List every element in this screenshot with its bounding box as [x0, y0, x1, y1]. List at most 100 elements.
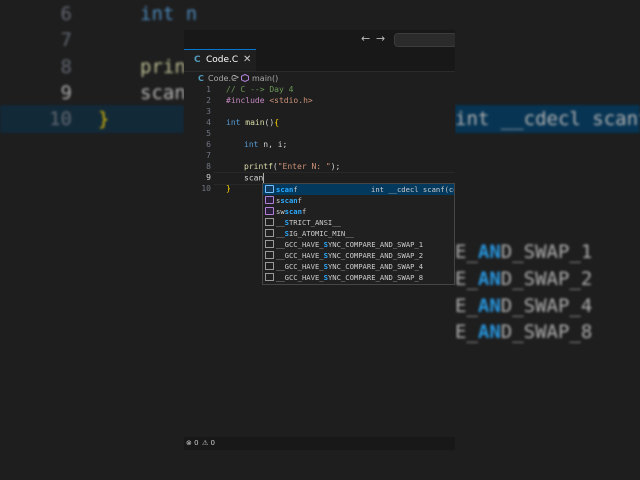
background-suggestion-match: AN	[477, 295, 501, 317]
problems-warnings[interactable]: ⚠ 0	[202, 439, 215, 447]
background-suggestion-rest: D_SWAP_2	[500, 268, 593, 290]
line-number: 8	[206, 162, 211, 171]
autocomplete-item[interactable]: swscanf	[263, 206, 454, 217]
line-number: 6	[206, 140, 211, 149]
autocomplete-item-label: sscanf	[276, 196, 302, 205]
background-suggestion: E_AND_SWAP_8	[455, 321, 592, 343]
symbol-keyword-icon	[265, 240, 274, 248]
tab-code-c[interactable]: C Code.C ✕	[184, 49, 256, 71]
keyword-int: int	[226, 118, 241, 127]
keyword-int: int	[244, 140, 259, 149]
include-header: <stdio.h>	[264, 96, 313, 105]
c-file-icon: C	[194, 55, 201, 65]
label-suffix: YNC_COMPARE_AND_SWAP_2	[327, 251, 424, 260]
autocomplete-item[interactable]: __SIG_ATOMIC_MIN__	[263, 228, 454, 239]
code-line-9[interactable]: scan	[244, 173, 265, 183]
breadcrumb-symbol[interactable]: main()	[252, 74, 278, 83]
code-line-10[interactable]: }	[226, 184, 231, 193]
back-arrow-icon[interactable]: ←	[361, 32, 370, 45]
problems-errors[interactable]: ⊗ 0	[186, 439, 199, 447]
label-prefix: __	[276, 229, 285, 238]
label-suffix: YNC_COMPARE_AND_SWAP_4	[327, 262, 424, 271]
autocomplete-item[interactable]: __GCC_HAVE_SYNC_COMPARE_AND_SWAP_1	[263, 239, 454, 250]
symbol-method-icon	[265, 185, 274, 193]
autocomplete-item[interactable]: __GCC_HAVE_SYNC_COMPARE_AND_SWAP_2	[263, 250, 454, 261]
comment: // C --> Day 4	[226, 85, 294, 94]
autocomplete-item-label: __GCC_HAVE_SYNC_COMPARE_AND_SWAP_8	[276, 273, 423, 282]
background-suggestion-pre: E_	[455, 295, 478, 317]
forward-arrow-icon[interactable]: →	[376, 32, 385, 45]
background-suggestion-pre: E_	[455, 268, 478, 290]
code-line-1[interactable]: // C --> Day 4	[226, 85, 293, 94]
autocomplete-item[interactable]: __GCC_HAVE_SYNC_COMPARE_AND_SWAP_4	[263, 261, 454, 272]
label-match: scan	[276, 185, 294, 194]
tab-label: Code.C	[206, 55, 239, 65]
include-directive: #include	[226, 96, 265, 105]
symbol-method-icon	[241, 74, 249, 82]
brace: }	[226, 184, 231, 193]
autocomplete-item[interactable]: __GCC_HAVE_SYNC_COMPARE_AND_SWAP_8	[263, 272, 454, 283]
symbol-keyword-icon	[265, 229, 274, 237]
autocomplete-item-label: __GCC_HAVE_SYNC_COMPARE_AND_SWAP_1	[276, 240, 423, 249]
label-match: scan	[280, 196, 298, 205]
background-suggestion-match: AN	[477, 241, 501, 263]
autocomplete-item-label: scanf	[276, 185, 298, 194]
breadcrumb: C Code.C > main()	[184, 72, 455, 86]
label-suffix: YNC_COMPARE_AND_SWAP_8	[327, 273, 424, 282]
background-code-line: scan	[140, 82, 186, 104]
symbol-keyword-icon	[265, 251, 274, 259]
autocomplete-popup: scanfint __cdecl scanf(conssscanfswscanf…	[262, 183, 455, 285]
line-number: 7	[206, 151, 211, 160]
line-number: 1	[206, 85, 211, 94]
autocomplete-item-label: __GCC_HAVE_SYNC_COMPARE_AND_SWAP_2	[276, 251, 423, 260]
symbol-method-icon	[265, 207, 274, 215]
background-suggestion-match: AN	[477, 268, 501, 290]
code-line-6[interactable]: int n, i;	[244, 140, 287, 149]
label-prefix: __GCC_HAVE_	[276, 251, 324, 260]
background-suggestion: E_AND_SWAP_2	[455, 268, 592, 290]
label-suffix: TRICT_ANSI__	[288, 218, 341, 227]
function-call: printf	[244, 162, 273, 171]
command-center-search[interactable]	[394, 33, 455, 47]
title-bar: ← →	[184, 30, 455, 49]
tab-bar: C Code.C ✕	[184, 49, 455, 72]
line-number: 10	[201, 184, 211, 193]
background-line-number: 10	[49, 108, 72, 130]
label-prefix: __GCC_HAVE_	[276, 262, 324, 271]
close-icon[interactable]: ✕	[243, 54, 251, 65]
line-number: 4	[206, 118, 211, 127]
paren: ()	[264, 118, 275, 127]
autocomplete-item[interactable]: __STRICT_ANSI__	[263, 217, 454, 228]
string-literal: "Enter N: "	[277, 162, 331, 171]
c-file-icon: C	[198, 74, 204, 83]
paren: );	[330, 162, 341, 171]
autocomplete-item[interactable]: scanf int __cdecl scanf(cons	[263, 184, 454, 195]
code-line-2[interactable]: #include <stdio.h>	[226, 96, 313, 105]
label-prefix: __GCC_HAVE_	[276, 273, 324, 282]
label-prefix: sw	[276, 207, 285, 216]
background-suggestion-rest: D_SWAP_8	[500, 321, 593, 343]
background-line-number: 7	[60, 29, 72, 51]
line-number: 2	[206, 96, 211, 105]
autocomplete-item-detail: int __cdecl scanf(cons	[371, 185, 454, 194]
chevron-right-icon: >	[232, 73, 240, 83]
code-line-8[interactable]: printf("Enter N: ");	[244, 162, 340, 171]
background-line-number: 6	[60, 3, 72, 25]
background-suggestion-detail: int __cdecl scanf(cons	[455, 108, 640, 130]
warning-icon: ⚠	[202, 439, 209, 447]
editor-window: ← → C Code.C ✕ C Code.C > main() 1 2 3 4…	[184, 30, 455, 450]
symbol-keyword-icon	[265, 262, 274, 270]
background-suggestion-pre: E_	[455, 241, 478, 263]
label-prefix: __GCC_HAVE_	[276, 240, 324, 249]
code-line-4[interactable]: int main(){	[226, 118, 279, 127]
error-count: 0	[194, 439, 199, 447]
autocomplete-item[interactable]: sscanf	[263, 195, 454, 206]
label-match: scan	[284, 207, 302, 216]
label-suffix: YNC_COMPARE_AND_SWAP_1	[327, 240, 424, 249]
line-number: 3	[206, 107, 211, 116]
text-cursor	[263, 173, 265, 183]
background-suggestion-rest: D_SWAP_4	[500, 295, 593, 317]
function-name: main	[240, 118, 265, 127]
label-suffix: f	[297, 196, 302, 205]
label-suffix: f	[301, 207, 307, 216]
